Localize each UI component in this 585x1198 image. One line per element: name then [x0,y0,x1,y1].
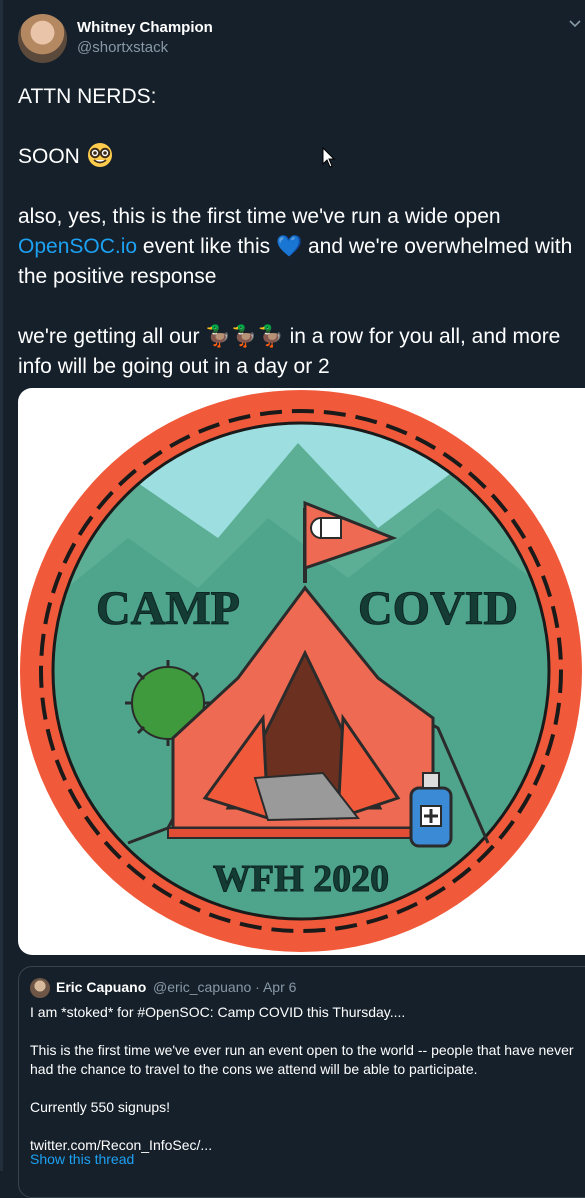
author-handle[interactable]: @shortxstack [77,39,168,56]
tweet-paragraph-2: also, yes, this is the first time we've … [18,202,578,292]
tweet-line-1: ATTN NERDS: [18,85,157,108]
quoted-author-handle[interactable]: @eric_capuano [153,979,251,995]
duck-icons: 🦆🦆🦆 [205,325,284,348]
quoted-tweet[interactable]: Eric Capuano @eric_capuano · Apr 6 I am … [18,966,585,1198]
quoted-text: I am *stoked* for #OpenSOC: Camp COVID t… [30,1003,580,1155]
timeline-divider [0,0,3,1171]
quoted-line: Currently 550 signups! [30,1099,171,1115]
quoted-author-avatar[interactable] [30,978,50,998]
quoted-author-name[interactable]: Eric Capuano [56,979,146,995]
tweet-text-segment: also, yes, this is the first time we've … [18,205,501,228]
tweet-text: ATTN NERDS: SOON also, yes, this is the … [18,82,578,382]
tweet-text-segment: we're getting all our [18,325,206,348]
soon-text: SOON [18,145,80,168]
mouse-cursor-icon [322,147,336,168]
tweet: Whitney Champion @shortxstack ATTN NERDS… [0,0,585,1198]
badge-title-right: COVID [358,582,518,635]
camp-covid-badge: CAMP COVID WFH 2020 [20,390,582,952]
quoted-date[interactable]: Apr 6 [263,979,296,995]
blue-heart-icon: 💙 [275,235,303,258]
tweet-paragraph-3: we're getting all our 🦆🦆🦆 in a row for y… [18,322,578,382]
tweet-line-2: SOON [18,142,578,172]
quoted-line: This is the first time we've ever run an… [30,1042,574,1077]
nerd-face-emoji-icon [87,143,112,167]
badge-subtitle: WFH 2020 [213,858,389,900]
show-thread-link[interactable]: Show this thread [30,1151,134,1167]
tweet-image[interactable]: CAMP COVID WFH 2020 [18,388,585,955]
quoted-meta: @eric_capuano · Apr 6 [153,979,296,995]
quoted-line: I am *stoked* for #OpenSOC: Camp COVID t… [30,1004,406,1020]
opensoc-link[interactable]: OpenSOC.io [18,235,137,258]
author-name[interactable]: Whitney Champion [77,19,213,36]
badge-title-left: CAMP [96,582,240,635]
tweet-text-segment: event like this [137,235,276,258]
meta-separator: · [255,979,260,995]
author-avatar[interactable] [18,14,67,63]
chevron-down-icon[interactable] [568,16,582,30]
